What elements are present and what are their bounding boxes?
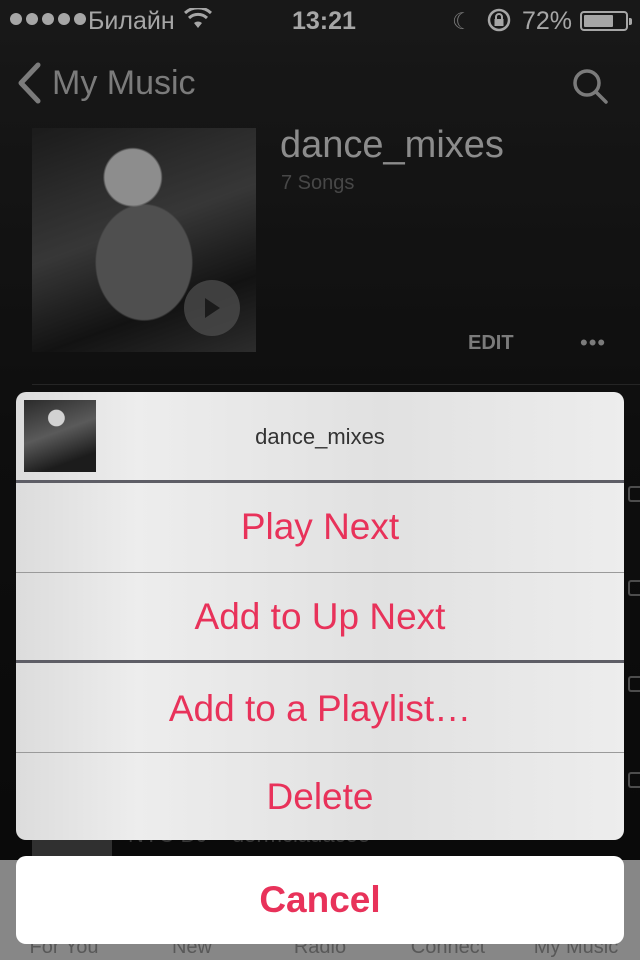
action-sheet-title: dance_mixes	[255, 424, 385, 449]
action-sheet: dance_mixes Play Next Add to Up Next Add…	[16, 392, 624, 840]
cancel-button[interactable]: Cancel	[16, 856, 624, 944]
add-to-playlist-button[interactable]: Add to a Playlist…	[16, 665, 624, 753]
action-sheet-header: dance_mixes	[16, 392, 624, 480]
add-to-up-next-button[interactable]: Add to Up Next	[16, 573, 624, 661]
play-next-button[interactable]: Play Next	[16, 483, 624, 571]
delete-button[interactable]: Delete	[16, 753, 624, 840]
sheet-separator	[16, 660, 624, 663]
